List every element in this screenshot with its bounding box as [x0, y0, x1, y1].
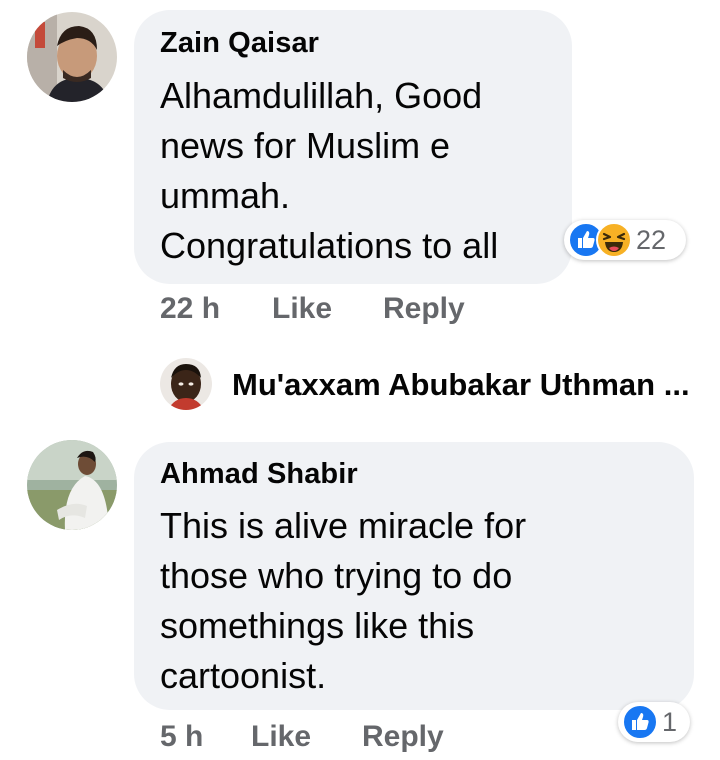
avatar[interactable]: [27, 440, 117, 530]
like-reaction-icon: [622, 704, 658, 740]
reply-preview[interactable]: Mu'axxam Abubakar Uthman ...: [160, 358, 720, 414]
comment-author[interactable]: Zain Qaisar: [160, 27, 319, 60]
comment-author[interactable]: Ahmad Shabir: [160, 458, 358, 491]
comment-text: Alhamdulillah, Good news for Muslim e um…: [160, 75, 499, 266]
haha-reaction-icon: [596, 222, 632, 258]
reaction-count: 22: [636, 224, 667, 255]
comment-timestamp: 22 h: [160, 292, 221, 325]
comment-timestamp: 5 h: [160, 720, 204, 753]
reply-author[interactable]: Mu'axxam Abubakar Uthman ...: [232, 367, 690, 403]
reply-button[interactable]: Reply: [383, 292, 465, 326]
reaction-summary[interactable]: 22: [564, 220, 686, 260]
like-button[interactable]: Like: [251, 720, 311, 754]
reaction-count: 1: [662, 706, 678, 737]
reply-button[interactable]: Reply: [362, 720, 444, 754]
reaction-summary[interactable]: 1: [618, 702, 690, 742]
avatar[interactable]: [160, 358, 212, 410]
comment-actions: 22 h Like Reply: [160, 292, 560, 332]
comment-actions: 5 h Like Reply: [160, 720, 560, 760]
like-button[interactable]: Like: [272, 292, 332, 326]
avatar[interactable]: [27, 12, 117, 102]
comment-text: This is alive miracle for those who tryi…: [160, 505, 527, 696]
